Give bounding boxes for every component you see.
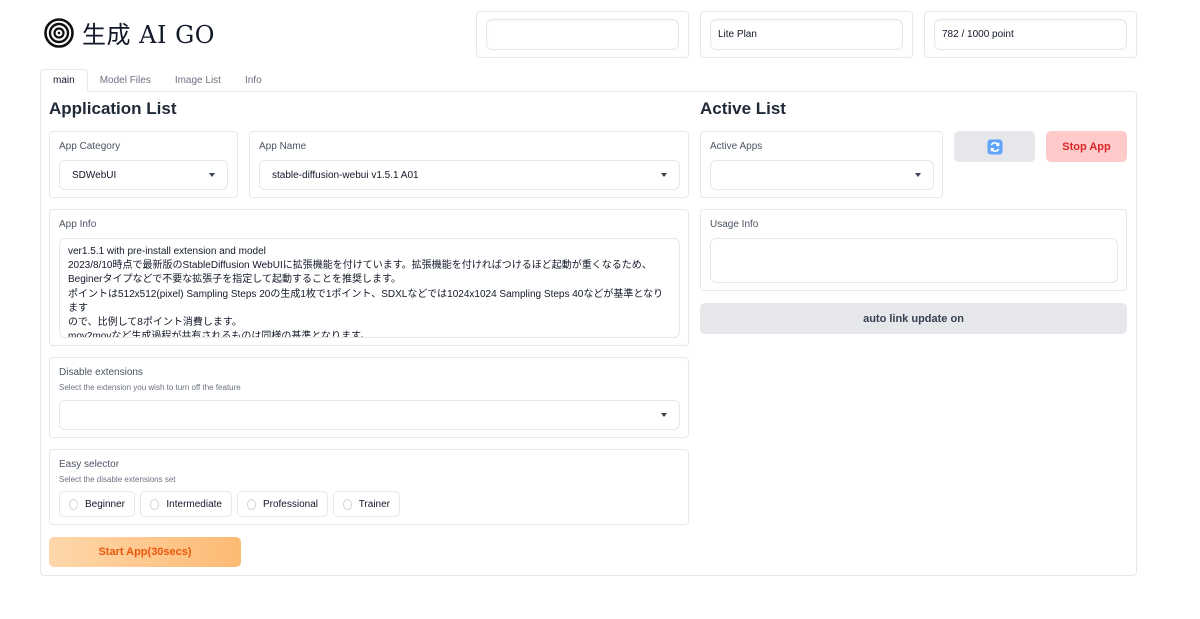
- logo-text: 生成 AI GO: [82, 21, 215, 49]
- tab-main[interactable]: main: [40, 69, 88, 92]
- active-apps-card: Active Apps: [700, 131, 943, 198]
- points-box: 782 / 1000 point: [924, 11, 1137, 58]
- app-name-dropdown[interactable]: stable-diffusion-webui v1.5.1 A01: [259, 160, 680, 190]
- radio-label: Intermediate: [166, 498, 222, 510]
- disable-extensions-card: Disable extensions Select the extension …: [49, 357, 689, 438]
- points-field[interactable]: 782 / 1000 point: [934, 19, 1127, 50]
- chevron-down-icon: [661, 413, 667, 417]
- logo: 生成 AI GO: [44, 15, 215, 50]
- active-apps-dropdown[interactable]: [710, 160, 934, 190]
- stop-app-button[interactable]: Stop App: [1046, 131, 1127, 162]
- chevron-down-icon: [661, 173, 667, 177]
- disable-extensions-dropdown[interactable]: [59, 400, 680, 430]
- radio-label: Beginner: [84, 498, 125, 510]
- tab-image-list[interactable]: Image List: [163, 69, 233, 92]
- plan-field[interactable]: Lite Plan: [710, 19, 903, 50]
- tab-model-files[interactable]: Model Files: [88, 69, 163, 92]
- radio-circle-icon: [69, 498, 78, 510]
- app-name-label: App Name: [259, 141, 307, 152]
- header-blank-box: [476, 11, 689, 58]
- tab-info[interactable]: Info: [233, 69, 274, 92]
- logo-spiral-icon: [44, 17, 74, 48]
- usage-info-label: Usage Info: [710, 219, 759, 230]
- radio-professional[interactable]: Professional: [237, 491, 328, 517]
- disable-extensions-label: Disable extensions: [59, 367, 143, 378]
- app-info-text[interactable]: ver1.5.1 with pre-install extension and …: [59, 238, 680, 338]
- radio-circle-icon: [247, 498, 256, 510]
- app-name-value: stable-diffusion-webui v1.5.1 A01: [272, 169, 419, 181]
- app-category-dropdown[interactable]: SDWebUI: [59, 160, 228, 190]
- radio-beginner[interactable]: Beginner: [59, 491, 135, 517]
- easy-selector-card: Easy selector Select the disable extensi…: [49, 449, 689, 525]
- refresh-icon: [987, 139, 1002, 154]
- app-category-value: SDWebUI: [72, 169, 117, 181]
- radio-trainer[interactable]: Trainer: [333, 491, 400, 517]
- app-info-label: App Info: [59, 219, 97, 230]
- usage-info-card: Usage Info: [700, 209, 1127, 291]
- header-blank-field[interactable]: [486, 19, 679, 50]
- app-category-card: App Category SDWebUI: [49, 131, 238, 198]
- radio-circle-icon: [343, 498, 352, 510]
- tab-bar: main Model Files Image List Info: [40, 69, 274, 92]
- app-category-label: App Category: [59, 141, 121, 152]
- radio-intermediate[interactable]: Intermediate: [140, 491, 232, 517]
- radio-label: Trainer: [358, 498, 390, 510]
- plan-box: Lite Plan: [700, 11, 913, 58]
- auto-link-update-button[interactable]: auto link update on: [700, 303, 1127, 334]
- app-info-card: App Info ver1.5.1 with pre-install exten…: [49, 209, 689, 346]
- radio-label: Professional: [262, 498, 318, 510]
- easy-selector-sublabel: Select the disable extensions set: [59, 475, 176, 484]
- easy-selector-label: Easy selector: [59, 459, 120, 470]
- chevron-down-icon: [915, 173, 921, 177]
- app-name-card: App Name stable-diffusion-webui v1.5.1 A…: [249, 131, 689, 198]
- application-list-title: Application List: [49, 99, 177, 118]
- active-list-title: Active List: [700, 99, 786, 118]
- chevron-down-icon: [209, 173, 215, 177]
- disable-extensions-sublabel: Select the extension you wish to turn of…: [59, 383, 241, 392]
- start-app-button[interactable]: Start App(30secs): [49, 537, 241, 567]
- active-apps-label: Active Apps: [710, 141, 763, 152]
- usage-info-text[interactable]: [710, 238, 1118, 283]
- refresh-button[interactable]: [954, 131, 1035, 162]
- radio-circle-icon: [150, 498, 160, 510]
